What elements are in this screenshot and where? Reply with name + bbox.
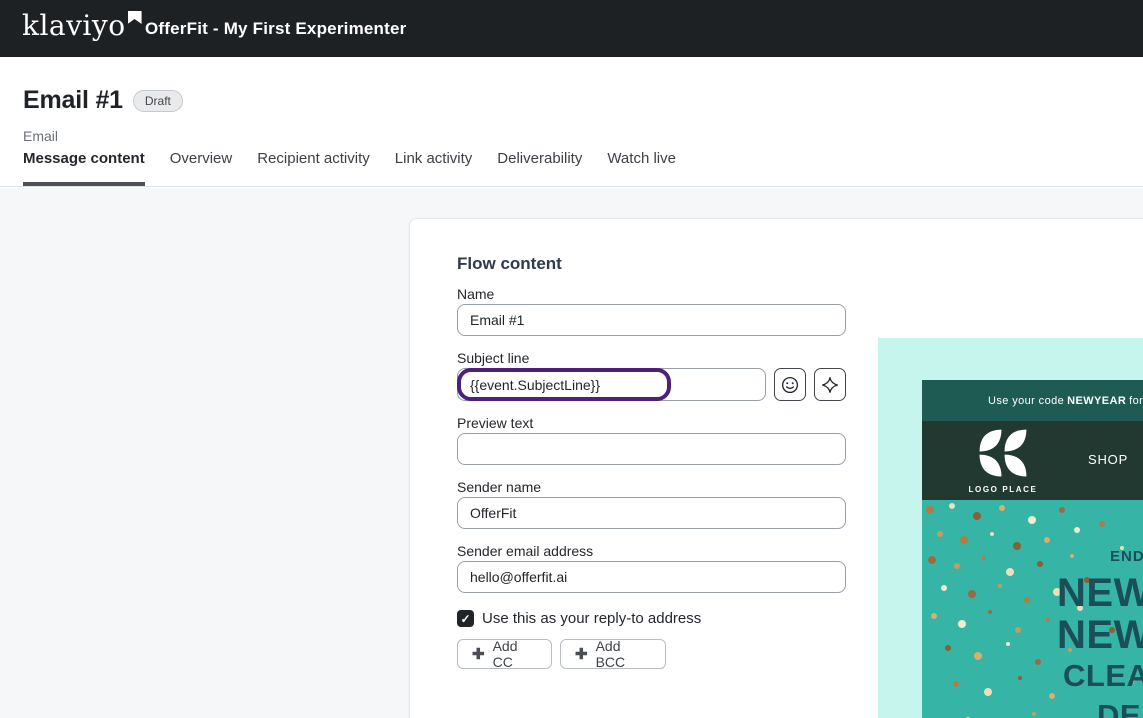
- page-subtitle: Email: [23, 128, 58, 144]
- page-header: Email #1 Draft Email Message content Ove…: [0, 57, 1143, 187]
- reply-to-checkbox[interactable]: [457, 610, 474, 627]
- headline-new-2: NEW: [1057, 614, 1143, 656]
- name-input[interactable]: [457, 304, 846, 336]
- status-badge: Draft: [133, 90, 183, 112]
- personalization-button[interactable]: [814, 368, 846, 401]
- preview-text-label: Preview text: [457, 415, 533, 431]
- sender-name-label: Sender name: [457, 479, 541, 495]
- add-bcc-button[interactable]: ✚ Add BCC: [560, 639, 666, 669]
- subject-line-input[interactable]: [457, 368, 766, 401]
- email-hero-section: ENDS NEW NEW CLEA DE: [922, 500, 1143, 718]
- petal-logo-icon: [978, 428, 1028, 478]
- klaviyo-flag-icon: [128, 11, 142, 24]
- banner-suffix: for 2: [1129, 395, 1143, 407]
- plus-icon: ✚: [575, 647, 588, 662]
- klaviyo-logo-text: klaviyo: [22, 9, 126, 42]
- headline-clea: CLEA: [1063, 656, 1143, 696]
- banner-code: NEWYEAR: [1067, 395, 1126, 407]
- add-cc-button[interactable]: ✚ Add CC: [457, 639, 552, 669]
- email-preview-panel: Use your code NEWYEAR for 2 LOGO PLACE S…: [878, 338, 1143, 718]
- plus-icon: ✚: [472, 647, 485, 662]
- tab-watch-live[interactable]: Watch live: [607, 150, 676, 186]
- tab-overview[interactable]: Overview: [170, 150, 233, 186]
- add-bcc-label: Add BCC: [596, 638, 651, 670]
- top-navigation-bar: klaviyo OfferFit - My First Experimenter: [0, 0, 1143, 57]
- sparkle-icon: [821, 376, 839, 394]
- page-body: Flow content Name Subject line {{event.S…: [0, 188, 1143, 718]
- email-promo-banner: Use your code NEWYEAR for 2: [922, 380, 1143, 421]
- name-label: Name: [457, 286, 494, 302]
- tab-message-content[interactable]: Message content: [23, 150, 145, 186]
- add-cc-label: Add CC: [493, 638, 537, 670]
- reply-to-row: Use this as your reply-to address: [457, 610, 701, 627]
- email-logo-text: LOGO PLACE: [962, 485, 1044, 494]
- tab-recipient-activity[interactable]: Recipient activity: [257, 150, 370, 186]
- form-heading: Flow content: [457, 254, 562, 274]
- emoji-picker-button[interactable]: [774, 368, 806, 401]
- preview-text-input[interactable]: [457, 433, 846, 465]
- sender-email-label: Sender email address: [457, 543, 593, 559]
- tab-link-activity[interactable]: Link activity: [395, 150, 473, 186]
- page-title: Email #1: [23, 86, 123, 115]
- email-nav-shop[interactable]: SHOP: [1088, 452, 1128, 467]
- sender-name-input[interactable]: [457, 497, 846, 529]
- email-preview: Use your code NEWYEAR for 2 LOGO PLACE S…: [922, 380, 1143, 718]
- email-nav-row: LOGO PLACE SHOP: [922, 421, 1143, 500]
- headline-de: DE: [1097, 696, 1143, 718]
- email-headline: ENDS NEW NEW CLEA DE: [1057, 548, 1143, 718]
- email-logo: LOGO PLACE: [962, 428, 1044, 494]
- klaviyo-logo[interactable]: klaviyo: [22, 9, 142, 42]
- smiley-icon: [781, 376, 799, 394]
- window-title: OfferFit - My First Experimenter: [145, 0, 406, 57]
- subject-line-label: Subject line: [457, 350, 529, 366]
- banner-prefix: Use your code: [988, 395, 1064, 407]
- headline-ends: ENDS: [1110, 548, 1143, 565]
- sender-email-input[interactable]: [457, 561, 846, 593]
- headline-new-1: NEW: [1057, 572, 1143, 614]
- tab-bar: Message content Overview Recipient activ…: [23, 150, 676, 186]
- reply-to-label: Use this as your reply-to address: [482, 610, 701, 627]
- tab-deliverability[interactable]: Deliverability: [497, 150, 582, 186]
